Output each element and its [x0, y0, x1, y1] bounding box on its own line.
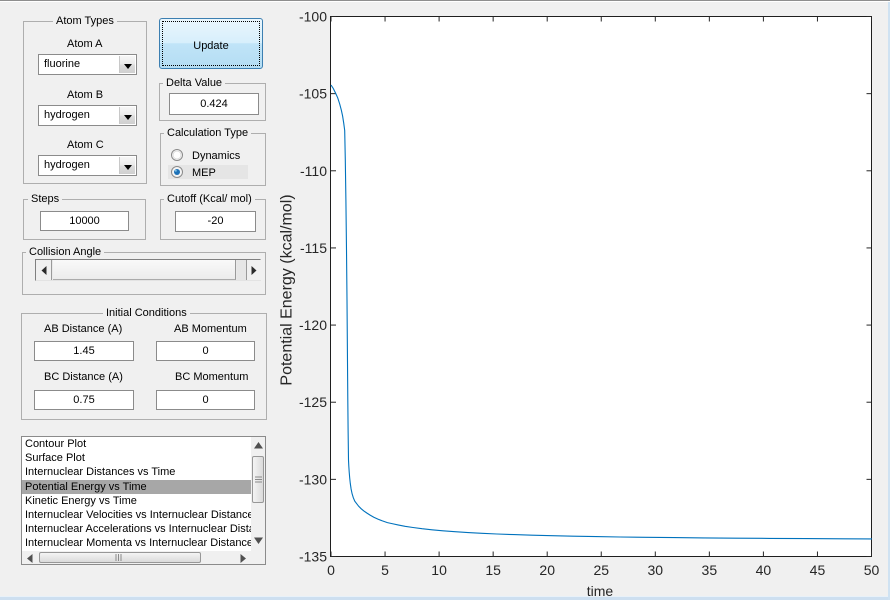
- svg-text:35: 35: [702, 562, 718, 578]
- svg-text:10: 10: [431, 562, 447, 578]
- svg-text:time: time: [587, 583, 614, 599]
- svg-text:5: 5: [381, 562, 389, 578]
- svg-text:-105: -105: [299, 86, 327, 102]
- svg-text:45: 45: [810, 562, 826, 578]
- svg-text:Potential Energy (kcal/mol): Potential Energy (kcal/mol): [279, 194, 296, 385]
- svg-text:-100: -100: [299, 9, 327, 25]
- svg-text:-120: -120: [299, 317, 327, 333]
- svg-text:-110: -110: [300, 163, 327, 179]
- svg-text:30: 30: [648, 562, 664, 578]
- svg-text:-115: -115: [300, 240, 327, 256]
- svg-text:20: 20: [539, 562, 555, 578]
- svg-text:15: 15: [485, 562, 501, 578]
- svg-text:0: 0: [327, 562, 335, 578]
- svg-text:25: 25: [593, 562, 609, 578]
- svg-text:40: 40: [756, 562, 772, 578]
- svg-text:-135: -135: [299, 549, 327, 565]
- svg-text:-130: -130: [299, 471, 327, 487]
- svg-text:-125: -125: [299, 394, 327, 410]
- svg-text:50: 50: [864, 562, 880, 578]
